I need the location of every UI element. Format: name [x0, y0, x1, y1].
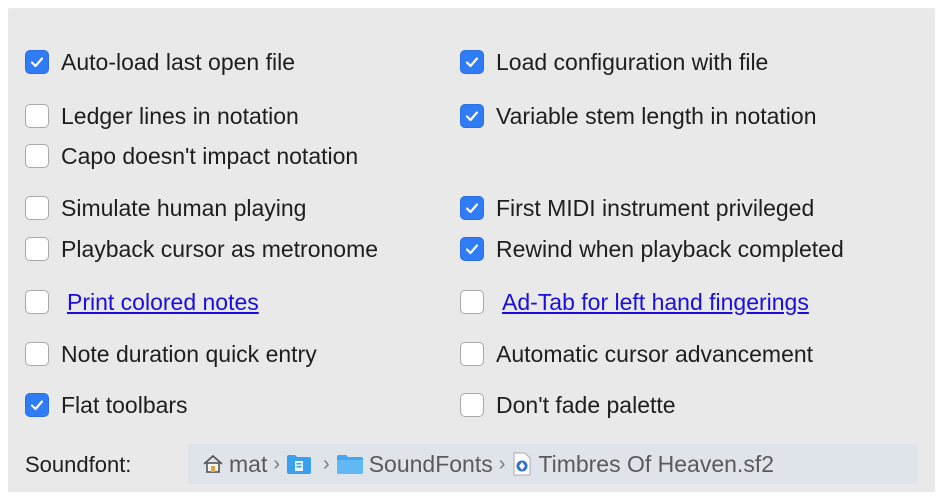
option-row: Flat toolbars Don't fade palette — [8, 390, 935, 420]
soundfont-row: Soundfont: — [25, 448, 131, 482]
path-segment-documents[interactable] — [286, 453, 317, 475]
checkmark-icon — [25, 50, 49, 74]
preferences-panel: Auto-load last open file Load configurat… — [8, 8, 935, 492]
path-chevron-icon: › — [323, 452, 330, 475]
path-chevron-icon: › — [498, 452, 506, 475]
variable-stem-checkbox[interactable]: Variable stem length in notation — [460, 101, 817, 131]
path-segment-label: Timbres Of Heaven.sf2 — [538, 450, 775, 477]
path-segment-soundfonts[interactable]: SoundFonts — [336, 451, 493, 478]
capo-notation-checkbox[interactable]: Capo doesn't impact notation — [25, 141, 358, 171]
load-configuration-checkbox[interactable]: Load configuration with file — [460, 47, 768, 77]
fade-palette-label: Don't fade palette — [496, 391, 676, 418]
fade-palette-checkbox[interactable]: Don't fade palette — [460, 390, 676, 420]
variable-stem-label: Variable stem length in notation — [496, 102, 817, 129]
option-row: Auto-load last open file Load configurat… — [8, 47, 935, 77]
ad-tab-fingerings-checkbox[interactable]: Ad-Tab for left hand fingerings — [460, 287, 809, 317]
flat-toolbars-label: Flat toolbars — [61, 391, 188, 418]
rewind-playback-label: Rewind when playback completed — [496, 235, 844, 262]
ad-tab-fingerings-link[interactable]: Ad-Tab for left hand fingerings — [502, 289, 809, 316]
simulate-human-label: Simulate human playing — [61, 194, 307, 221]
path-chevron-icon: › — [273, 452, 281, 475]
capo-notation-label: Capo doesn't impact notation — [61, 142, 359, 169]
checkmark-icon — [460, 104, 484, 128]
checkmark-icon — [460, 237, 484, 261]
checkmark-icon — [460, 196, 484, 220]
note-duration-checkbox[interactable]: Note duration quick entry — [25, 339, 317, 369]
option-row: Note duration quick entry Automatic curs… — [8, 339, 935, 369]
first-midi-label: First MIDI instrument privileged — [496, 194, 815, 221]
load-configuration-label: Load configuration with file — [496, 48, 769, 75]
option-row: Print colored notes Ad-Tab for left hand… — [8, 287, 935, 317]
print-colored-notes-link[interactable]: Print colored notes — [67, 289, 259, 316]
option-row: Simulate human playing First MIDI instru… — [8, 193, 935, 223]
note-duration-label: Note duration quick entry — [61, 340, 317, 367]
path-segment-label: SoundFonts — [368, 450, 493, 477]
rewind-playback-checkbox[interactable]: Rewind when playback completed — [460, 234, 844, 264]
print-colored-notes-checkbox[interactable]: Print colored notes — [25, 287, 259, 317]
auto-load-checkbox[interactable]: Auto-load last open file — [25, 47, 295, 77]
checkmark-icon — [25, 393, 49, 417]
folder-icon — [336, 455, 363, 474]
soundfont-path-control[interactable]: mat › › SoundFonts › Timbres Of Heaven.s… — [188, 444, 918, 484]
first-midi-checkbox[interactable]: First MIDI instrument privileged — [460, 193, 814, 223]
flat-toolbars-checkbox[interactable]: Flat toolbars — [25, 390, 188, 420]
home-icon — [203, 455, 223, 473]
ledger-lines-checkbox[interactable]: Ledger lines in notation — [25, 101, 299, 131]
checkmark-icon — [460, 50, 484, 74]
option-row: Ledger lines in notation Variable stem l… — [8, 101, 935, 131]
playback-metronome-checkbox[interactable]: Playback cursor as metronome — [25, 234, 378, 264]
simulate-human-checkbox[interactable]: Simulate human playing — [25, 193, 306, 223]
automatic-cursor-checkbox[interactable]: Automatic cursor advancement — [460, 339, 813, 369]
soundfont-file-icon — [513, 452, 531, 476]
path-segment-file[interactable]: Timbres Of Heaven.sf2 — [511, 451, 774, 478]
path-segment-label: mat — [229, 450, 268, 477]
documents-folder-icon — [287, 455, 312, 474]
automatic-cursor-label: Automatic cursor advancement — [496, 340, 814, 367]
soundfont-label: Soundfont: — [25, 452, 132, 477]
auto-load-label: Auto-load last open file — [61, 48, 295, 75]
playback-metronome-label: Playback cursor as metronome — [61, 235, 379, 262]
option-row: Playback cursor as metronome Rewind when… — [8, 234, 935, 264]
path-segment-home[interactable]: mat — [202, 451, 267, 478]
ledger-lines-label: Ledger lines in notation — [61, 102, 299, 129]
option-row: Capo doesn't impact notation — [8, 141, 935, 171]
